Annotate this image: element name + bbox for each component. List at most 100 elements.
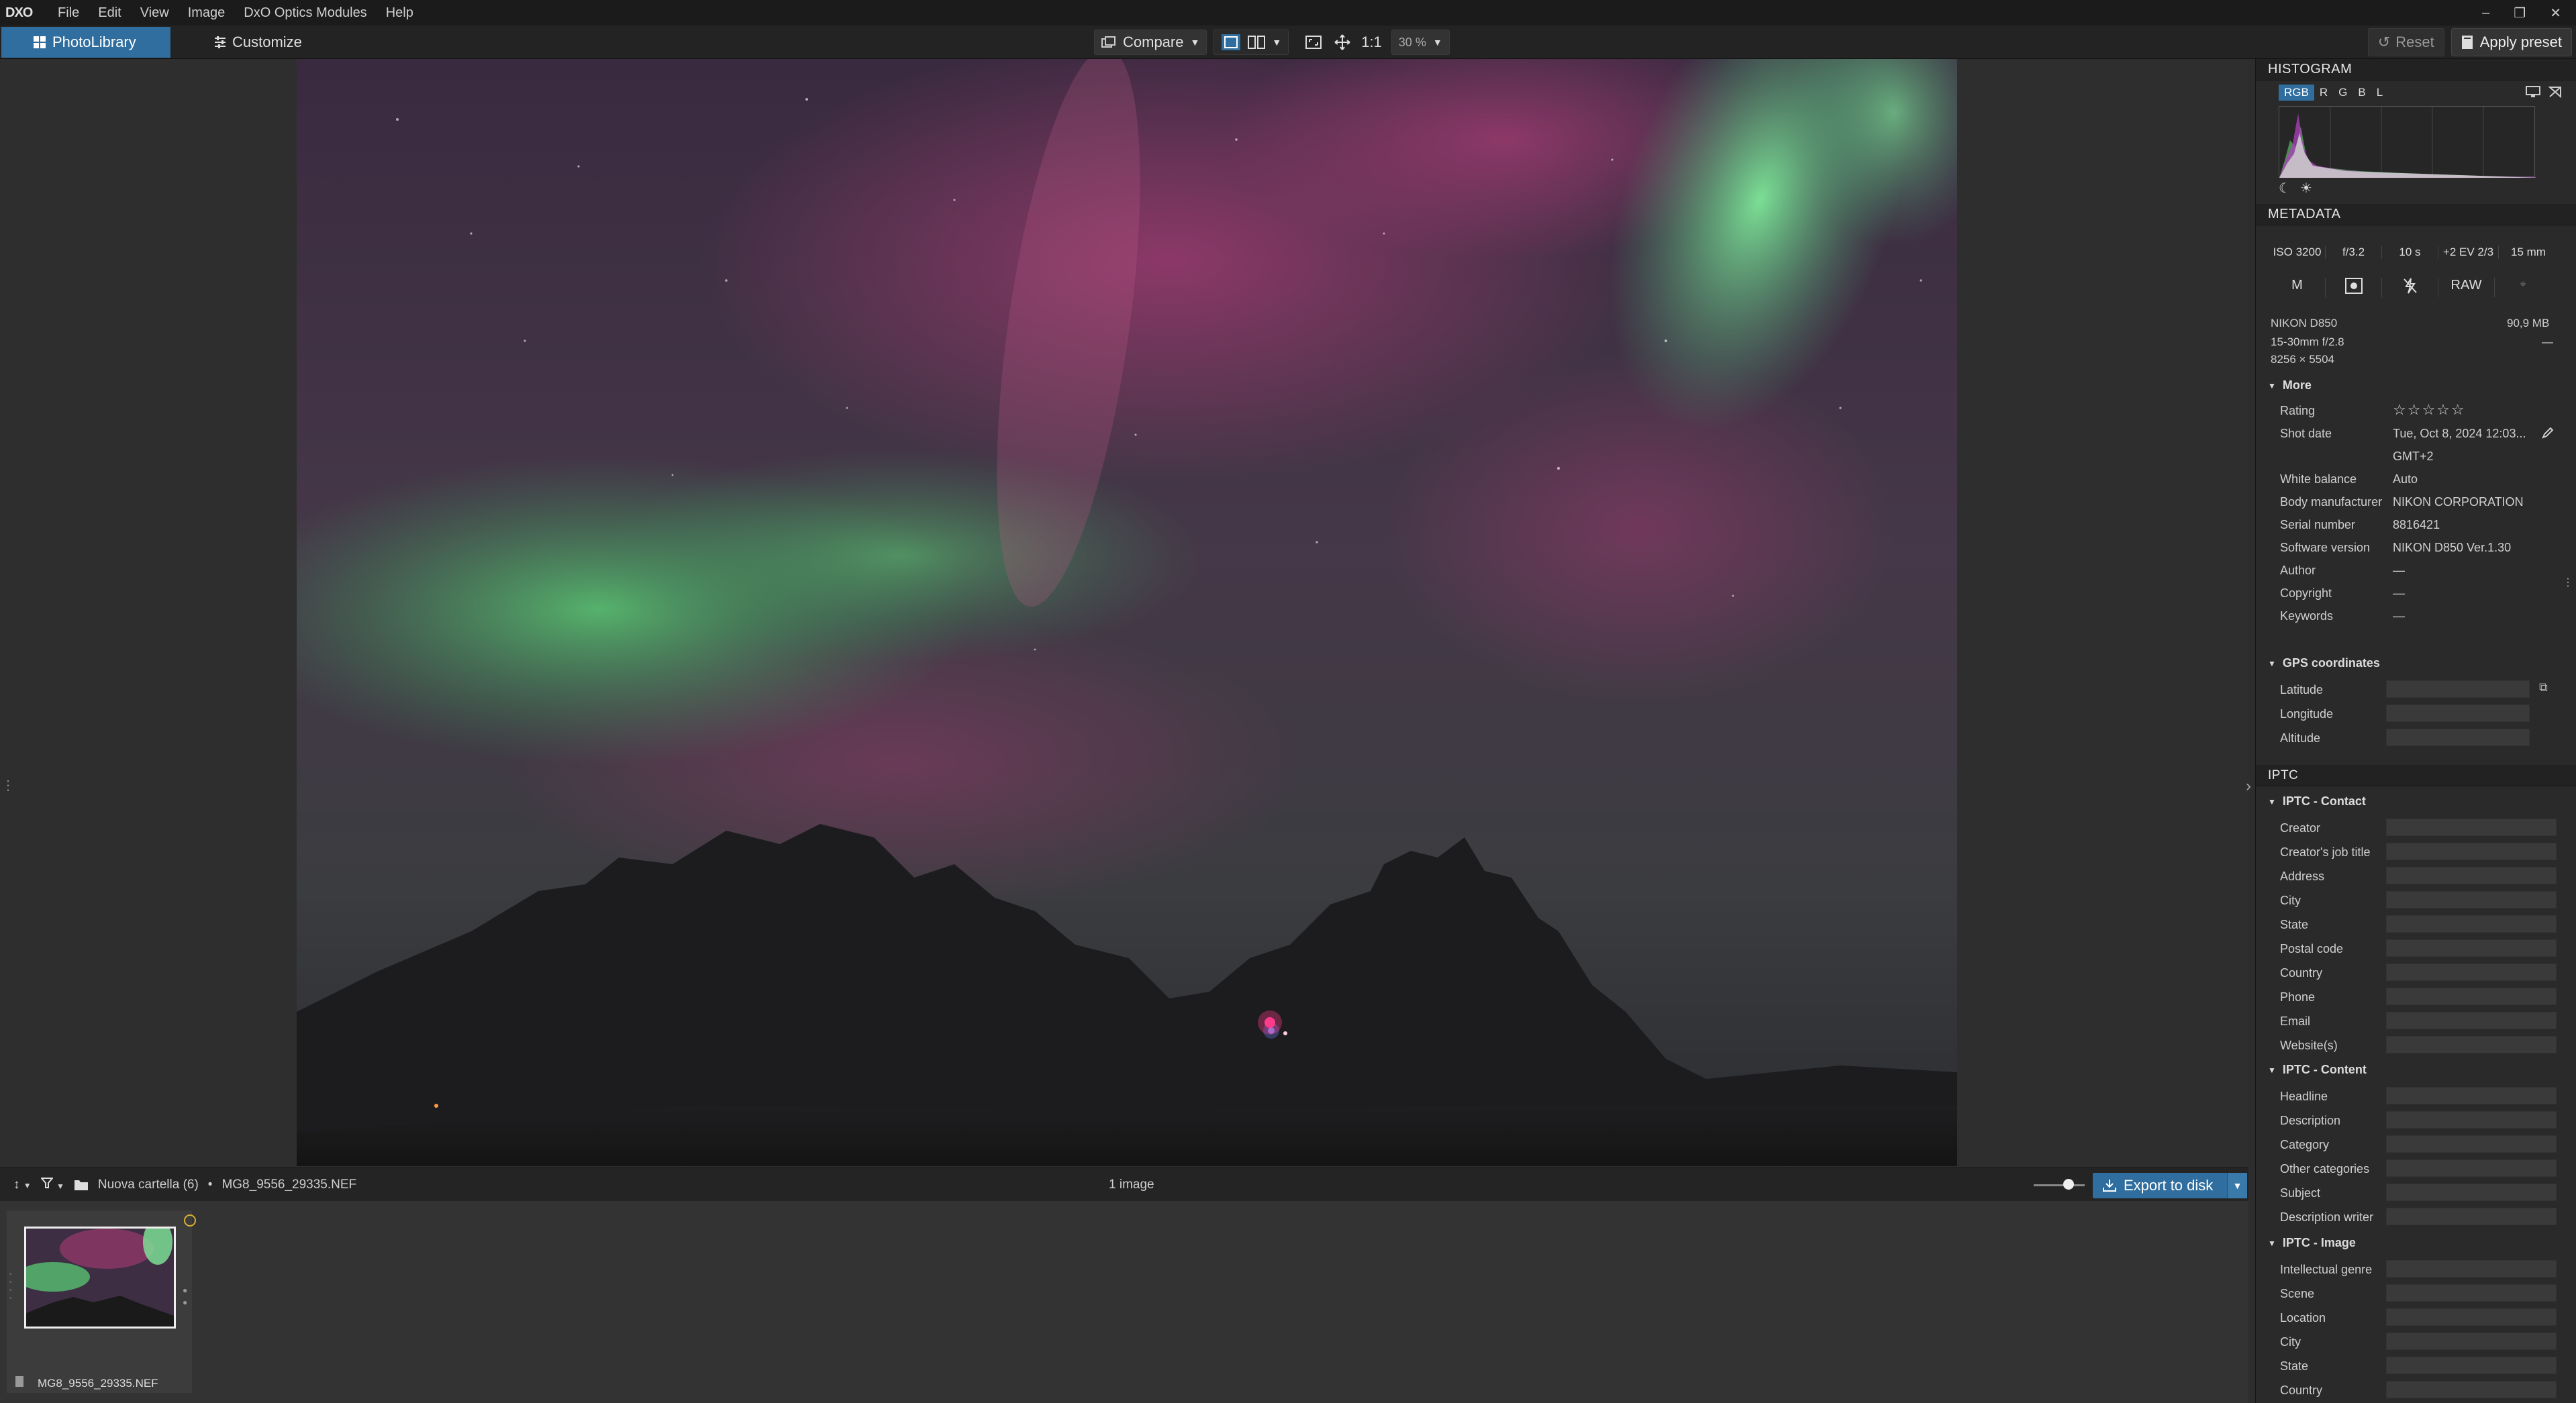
iptc-field-input[interactable] xyxy=(2386,891,2557,908)
monitor-icon[interactable] xyxy=(2526,86,2540,98)
tab-l[interactable]: L xyxy=(2371,85,2388,101)
copy-coordinates-icon[interactable]: ⧉ xyxy=(2539,680,2548,694)
timezone-value: GMT+2 xyxy=(2393,450,2434,463)
tab-b[interactable]: B xyxy=(2352,85,2371,101)
shadow-clip-icon[interactable]: ☾ xyxy=(2279,180,2291,197)
iptc-field-input[interactable] xyxy=(2386,964,2557,981)
slider-knob[interactable] xyxy=(2063,1179,2074,1190)
softproof-icon[interactable] xyxy=(2548,86,2562,98)
menu-edit[interactable]: Edit xyxy=(89,5,130,21)
iptc-field-input[interactable] xyxy=(2386,1208,2557,1225)
iptc-field-input[interactable] xyxy=(2386,819,2557,836)
tab-customize[interactable]: Customize xyxy=(213,27,302,58)
keywords-value[interactable]: — xyxy=(2393,609,2405,623)
chevron-down-icon[interactable]: ▼ xyxy=(1272,37,1281,48)
field-label-body-manufacturer: Body manufacturer xyxy=(2280,495,2383,509)
iptc-field-input[interactable] xyxy=(2386,1381,2557,1398)
iptc-field-input[interactable] xyxy=(2386,1012,2557,1029)
iptc-field-input[interactable] xyxy=(2386,1135,2557,1153)
metering-icon xyxy=(2326,278,2382,297)
image-viewer: ⋮ › xyxy=(0,59,2251,1166)
highlight-clip-icon[interactable]: ☀ xyxy=(2300,180,2312,197)
compare-button[interactable]: Compare ▼ xyxy=(1094,30,1207,55)
iptc-field-input[interactable] xyxy=(2386,1087,2557,1104)
export-to-disk-button[interactable]: Export to disk ▼ xyxy=(2093,1173,2247,1198)
chevron-down-icon[interactable]: ▼ xyxy=(1190,37,1199,48)
iptc-field-input[interactable] xyxy=(2386,988,2557,1005)
tab-rgb[interactable]: RGB xyxy=(2279,85,2314,101)
move-icon xyxy=(1334,34,1350,50)
left-panel-handle[interactable]: ⋮ xyxy=(1,777,15,794)
split-view-icon[interactable] xyxy=(1248,35,1266,50)
metadata-header[interactable]: METADATA xyxy=(2256,204,2576,225)
iptc-field-input[interactable] xyxy=(2386,867,2557,884)
altitude-field[interactable] xyxy=(2386,729,2530,746)
iptc-image-toggle[interactable]: ▼ IPTC - Image xyxy=(2268,1236,2356,1250)
tab-photolibrary[interactable]: PhotoLibrary xyxy=(1,27,170,58)
tab-r[interactable]: R xyxy=(2314,85,2333,101)
zoom-select[interactable]: 30 % ▼ xyxy=(1391,30,1450,55)
grid-icon xyxy=(34,36,46,48)
iptc-field-input[interactable] xyxy=(2386,939,2557,957)
iptc-field-label: City xyxy=(2280,894,2301,907)
minimize-button[interactable]: – xyxy=(2482,5,2489,21)
apply-preset-button[interactable]: Apply preset xyxy=(2450,28,2572,56)
dxo-photolab-window: DXO File Edit View Image DxO Optics Modu… xyxy=(0,0,2576,1403)
field-label-serial-number: Serial number xyxy=(2280,518,2356,531)
iptc-field-label: State xyxy=(2280,918,2309,931)
iptc-field-input[interactable] xyxy=(2386,1357,2557,1374)
rating-stars[interactable]: ☆☆☆☆☆ xyxy=(2393,401,2466,419)
iptc-field-label: Address xyxy=(2280,870,2325,883)
close-button[interactable]: ✕ xyxy=(2550,5,2561,21)
menu-image[interactable]: Image xyxy=(179,5,235,21)
menu-view[interactable]: View xyxy=(131,5,179,21)
zoom-value: 30 % xyxy=(1398,35,1426,49)
thumbnail-photo xyxy=(26,1229,174,1327)
zoom-100-button[interactable]: 1:1 xyxy=(1361,34,1382,51)
longitude-field[interactable] xyxy=(2386,705,2530,722)
menu-dxo-optics-modules[interactable]: DxO Optics Modules xyxy=(234,5,376,21)
iptc-field-input[interactable] xyxy=(2386,1159,2557,1177)
filter-button[interactable]: ▼ xyxy=(40,1177,64,1193)
iptc-field-label: Category xyxy=(2280,1138,2330,1151)
iptc-field-label: Description xyxy=(2280,1114,2341,1127)
iptc-contact-toggle[interactable]: ▼ IPTC - Contact xyxy=(2268,794,2366,809)
iptc-field-input[interactable] xyxy=(2386,1036,2557,1053)
sort-label: ↕ xyxy=(13,1177,20,1192)
tab-g[interactable]: G xyxy=(2333,85,2352,101)
iptc-field-input[interactable] xyxy=(2386,1333,2557,1350)
gps-section-toggle[interactable]: ▼ GPS coordinates xyxy=(2268,656,2380,670)
list-item[interactable]: • • • • ● ● MG8_9556_29335.NEF xyxy=(7,1210,196,1393)
iptc-field-input[interactable] xyxy=(2386,915,2557,933)
main-photo[interactable] xyxy=(297,59,1957,1166)
menu-help[interactable]: Help xyxy=(377,5,423,21)
histogram-header[interactable]: HISTOGRAM xyxy=(2256,59,2576,81)
copyright-value[interactable]: — xyxy=(2393,586,2405,601)
iptc-field-input[interactable] xyxy=(2386,843,2557,860)
sort-button[interactable]: ↕ ▼ xyxy=(13,1178,32,1192)
iptc-field-input[interactable] xyxy=(2386,1308,2557,1326)
iptc-field-input[interactable] xyxy=(2386,1111,2557,1129)
iptc-field-input[interactable] xyxy=(2386,1284,2557,1302)
thumbnail-image[interactable] xyxy=(24,1227,176,1329)
thumbnail-size-slider[interactable] xyxy=(2034,1179,2085,1190)
move-button[interactable] xyxy=(1334,34,1350,50)
right-panel-toggle[interactable]: › xyxy=(2246,777,2251,796)
iptc-field-input[interactable] xyxy=(2386,1184,2557,1201)
iptc-header[interactable]: IPTC xyxy=(2256,765,2576,786)
single-view-icon[interactable] xyxy=(1221,34,1241,51)
latitude-field[interactable] xyxy=(2386,680,2530,698)
menu-file[interactable]: File xyxy=(48,5,89,21)
breadcrumb-folder[interactable]: Nuova cartella (6) xyxy=(98,1178,199,1192)
restore-button[interactable]: ❐ xyxy=(2514,5,2526,21)
panel-scroll-handle[interactable]: ⋮ xyxy=(2563,576,2573,589)
more-section-toggle[interactable]: ▼ More xyxy=(2268,378,2312,393)
chevron-down-icon[interactable]: ▼ xyxy=(2227,1173,2247,1198)
iptc-field-input[interactable] xyxy=(2386,1260,2557,1278)
author-value[interactable]: — xyxy=(2393,564,2405,578)
iptc-content-toggle[interactable]: ▼ IPTC - Content xyxy=(2268,1063,2367,1077)
reset-button[interactable]: ↺ Reset xyxy=(2367,28,2444,56)
field-label-software-version: Software version xyxy=(2280,541,2371,554)
fit-screen-button[interactable] xyxy=(1305,35,1322,50)
pencil-icon[interactable] xyxy=(2542,427,2554,439)
